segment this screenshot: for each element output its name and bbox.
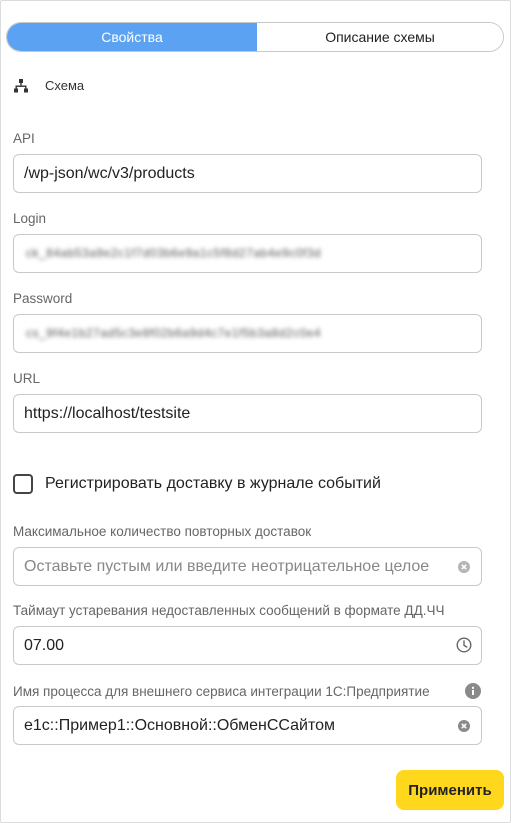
max-retries-input[interactable]: Оставьте пустым или введите неотрицатель…: [13, 547, 482, 586]
process-name-value: e1c::Пример1::Основной::ОбменССайтом: [24, 717, 336, 734]
hierarchy-icon: [14, 78, 28, 92]
info-icon[interactable]: [465, 683, 481, 699]
tab-bar: Свойства Описание схемы: [6, 22, 504, 52]
tab-properties[interactable]: Свойства: [7, 23, 257, 51]
login-value: ck_84ab53a9e2c1f7d03b6e9a1c5f8d27ab4e9c0…: [26, 246, 322, 260]
apply-button[interactable]: Применить: [396, 770, 504, 810]
schema-row[interactable]: Схема: [14, 78, 84, 93]
api-input[interactable]: /wp-json/wc/v3/products: [13, 154, 482, 193]
login-input[interactable]: ck_84ab53a9e2c1f7d03b6e9a1c5f8d27ab4e9c0…: [13, 234, 482, 273]
timeout-input[interactable]: 07.00: [13, 626, 482, 665]
api-value: /wp-json/wc/v3/products: [24, 165, 195, 182]
password-label: Password: [13, 291, 73, 306]
max-retries-placeholder: Оставьте пустым или введите неотрицатель…: [24, 558, 430, 575]
timeout-label: Таймаут устаревания недоставленных сообщ…: [13, 603, 445, 618]
api-label: API: [13, 131, 35, 146]
clear-icon[interactable]: [458, 720, 470, 732]
login-label: Login: [13, 211, 47, 226]
schema-label: Схема: [45, 78, 85, 93]
log-delivery-checkbox-row[interactable]: Регистрировать доставку в журнале событи…: [13, 474, 381, 494]
clear-icon[interactable]: [458, 561, 470, 573]
max-retries-label: Максимальное количество повторных достав…: [13, 524, 312, 539]
log-delivery-checkbox[interactable]: [13, 474, 33, 494]
url-value: https://localhost/testsite: [24, 405, 191, 422]
password-input[interactable]: cs_9f4e1b27ad5c3e8f02b6a9d4c7e1f5b3a8d2c…: [13, 314, 482, 353]
clock-icon[interactable]: [456, 637, 472, 653]
url-input[interactable]: https://localhost/testsite: [13, 394, 482, 433]
password-value: cs_9f4e1b27ad5c3e8f02b6a9d4c7e1f5b3a8d2c…: [26, 326, 322, 340]
process-name-input[interactable]: e1c::Пример1::Основной::ОбменССайтом: [13, 706, 482, 745]
url-label: URL: [13, 371, 41, 386]
process-name-label: Имя процесса для внешнего сервиса интегр…: [13, 684, 430, 699]
tab-schema-description[interactable]: Описание схемы: [257, 23, 503, 51]
log-delivery-label: Регистрировать доставку в журнале событи…: [45, 475, 381, 492]
timeout-value: 07.00: [24, 637, 65, 654]
